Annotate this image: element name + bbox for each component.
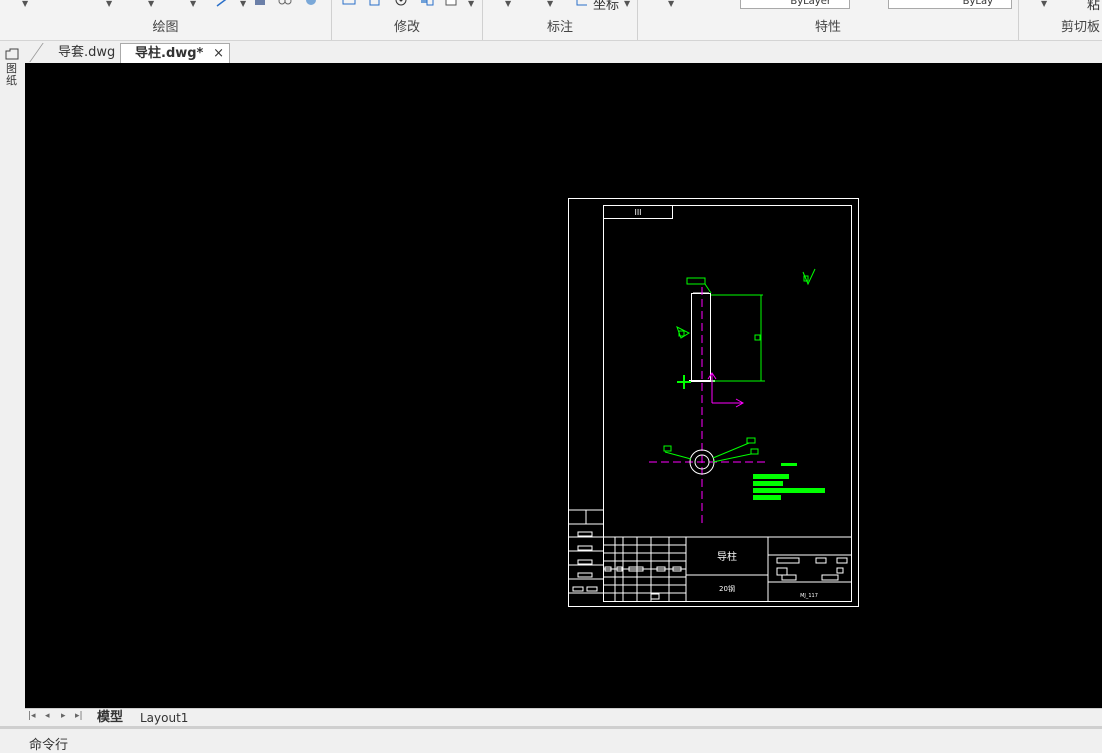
- dropdown-arrow-icon[interactable]: ▼: [106, 0, 112, 8]
- ribbon-group-properties: ▼ ByLayer ByLay 特性: [638, 0, 1019, 40]
- coordinate-dim-icon[interactable]: [575, 0, 589, 7]
- layer-combo[interactable]: ByLayer: [740, 0, 850, 9]
- dropdown-arrow-icon[interactable]: ▼: [624, 0, 630, 8]
- ribbon-group-annotate: ▼ ▼ 坐标 ▼ 标注: [483, 0, 638, 40]
- array-tool-icon[interactable]: [420, 0, 434, 7]
- tab-label: 导柱.dwg*: [135, 46, 204, 61]
- tab-label: 导套.dwg: [58, 45, 116, 60]
- pillar-side-view: [676, 268, 816, 389]
- next-layout-icon[interactable]: ▸: [61, 711, 66, 721]
- hatch-tool-icon[interactable]: [253, 0, 267, 7]
- boundary-tool-icon[interactable]: [278, 0, 292, 7]
- ribbon-group-draw: ▼ ▼ ▼ ▼ ▼ 绘图: [0, 0, 332, 40]
- ribbon-group-modify: ▼ 修改: [332, 0, 483, 40]
- dropdown-arrow-icon[interactable]: ▼: [547, 0, 553, 8]
- ucs-icon: [707, 372, 745, 408]
- ribbon-group-label: 特性: [814, 20, 841, 35]
- paste-label[interactable]: 粘: [1087, 0, 1100, 13]
- corner-code: III: [634, 208, 641, 217]
- close-icon[interactable]: ×: [213, 44, 224, 63]
- first-layout-icon[interactable]: |◂: [28, 711, 36, 721]
- line-tool-icon[interactable]: [216, 0, 230, 7]
- ribbon-group-label: 修改: [393, 20, 420, 35]
- dropdown-arrow-icon[interactable]: ▼: [22, 0, 28, 8]
- dropdown-arrow-icon[interactable]: ▼: [668, 0, 674, 8]
- dropdown-arrow-icon[interactable]: ▼: [240, 0, 246, 8]
- tab-layout1[interactable]: Layout1: [140, 710, 188, 726]
- ribbon-group-clipboard: ▼ 粘 剪切板: [1019, 0, 1102, 40]
- drawing-code-text: MJ_117: [800, 593, 818, 599]
- copy-tool-icon[interactable]: [368, 0, 382, 7]
- align-tool-icon[interactable]: [342, 0, 356, 7]
- coordinate-label[interactable]: 坐标: [593, 0, 619, 13]
- prev-layout-icon[interactable]: ◂: [45, 711, 50, 721]
- dropdown-arrow-icon[interactable]: ▼: [148, 0, 154, 8]
- drawing-svg[interactable]: III 导柱 20钢 MJ_117: [25, 63, 1102, 708]
- layout-tab-bar: |◂ ◂ ▸ ▸| 模型 Layout1: [25, 708, 1102, 727]
- dropdown-arrow-icon[interactable]: ▼: [468, 0, 474, 8]
- rotate-tool-icon[interactable]: [394, 0, 408, 7]
- dropdown-arrow-icon[interactable]: ▼: [1041, 0, 1047, 8]
- region-tool-icon[interactable]: [304, 0, 318, 7]
- technical-notes: [753, 463, 825, 500]
- left-tool-strip: 图纸: [0, 41, 24, 708]
- ribbon-group-label: 绘图: [152, 20, 179, 35]
- ribbon-group-label: 剪切板: [1060, 20, 1100, 35]
- drawing-canvas[interactable]: III 导柱 20钢 MJ_117: [25, 63, 1102, 708]
- dropdown-arrow-icon[interactable]: ▼: [505, 0, 511, 8]
- pillar-top-view: [649, 437, 767, 475]
- edit-tool-icon[interactable]: [445, 0, 459, 7]
- tab-daozhu[interactable]: 导柱.dwg* ×: [120, 43, 230, 63]
- linetype-combo[interactable]: ByLay: [888, 0, 1012, 9]
- command-line-label: 命令行: [29, 738, 69, 753]
- tab-model[interactable]: 模型: [97, 710, 123, 726]
- last-layout-icon[interactable]: ▸|: [75, 711, 83, 721]
- material-text: 20钢: [719, 584, 735, 593]
- part-name-text: 导柱: [717, 550, 737, 563]
- ribbon-group-label: 标注: [546, 20, 573, 35]
- dropdown-arrow-icon[interactable]: ▼: [190, 0, 196, 8]
- sheet-set-icon[interactable]: [5, 48, 19, 60]
- left-margin-table: [568, 509, 603, 594]
- tab-daotao[interactable]: 导套.dwg: [44, 43, 122, 62]
- ribbon: ▼ ▼ ▼ ▼ ▼ 绘图 ▼ 修改 ▼ ▼ 坐标 ▼ 标注 ▼ ByLayer …: [0, 0, 1102, 41]
- sheet-panel-label[interactable]: 图纸: [6, 63, 18, 87]
